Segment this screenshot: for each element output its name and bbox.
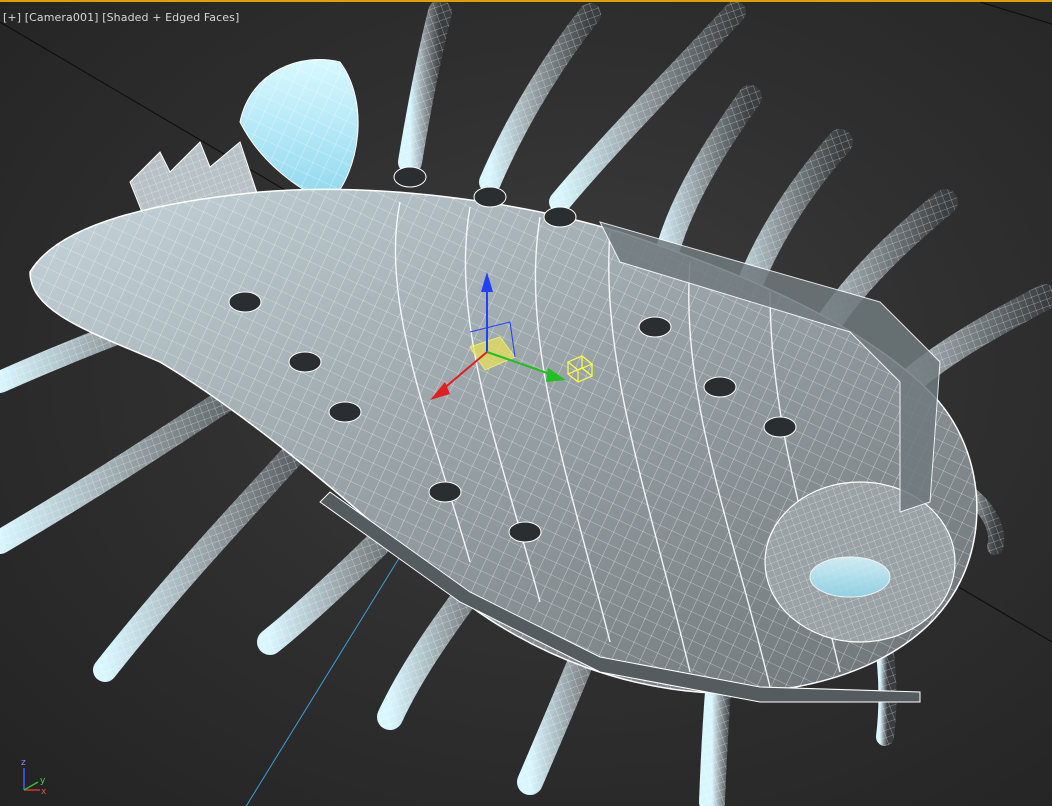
camera-viewport[interactable]: [+] [Camera001] [Shaded + Edged Faces] z… bbox=[0, 0, 1052, 806]
tripod-x-label: x bbox=[41, 787, 47, 797]
isopod-mesh-scene[interactable] bbox=[0, 2, 1052, 806]
tripod-z-label: z bbox=[21, 758, 26, 768]
tripod-y-label: y bbox=[40, 776, 46, 786]
axis-tripod-icon: z x y bbox=[21, 758, 47, 797]
